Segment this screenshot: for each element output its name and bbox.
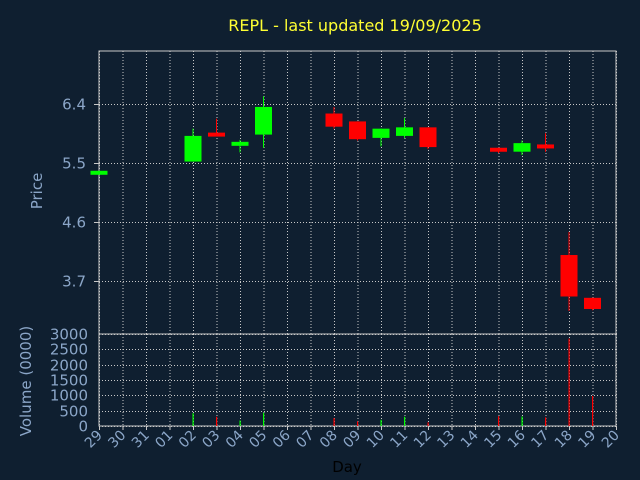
- x-tick-label: 07: [293, 428, 317, 452]
- x-tick-label: 15: [481, 428, 505, 452]
- x-tick-label: 11: [387, 428, 411, 452]
- volume-tick-label: 3000: [50, 326, 88, 344]
- candle-body: [584, 297, 601, 309]
- price-panel: 3.7 4.6 5.5 6.4: [62, 50, 617, 335]
- x-tick-label: 05: [246, 428, 270, 452]
- candlestick-chart: REPL - last updated 19/09/2025 3.7 4.6 5.5…: [17, 16, 623, 476]
- candle-body: [325, 113, 343, 127]
- volume-bar: [239, 420, 241, 426]
- x-tick-label: 13: [434, 428, 458, 452]
- candle-body: [560, 255, 578, 297]
- x-axis: 29 30 31 01 02 03 04 05 06 07 08 09 10 11 12 13 14 15 16 17…: [82, 426, 623, 451]
- x-tick-label: 09: [340, 428, 364, 452]
- x-tick-label: 18: [552, 428, 576, 452]
- volume-tick-label: 2000: [50, 357, 88, 375]
- x-tick-label: 04: [223, 427, 247, 451]
- price-tick-label: 4.6: [62, 214, 86, 232]
- volume-bar: [568, 338, 570, 426]
- x-axis-label: Day: [332, 458, 362, 476]
- volume-panel: 050010001500200025003000: [50, 326, 617, 436]
- price-tick-label: 3.7: [62, 273, 86, 291]
- volume-bar: [216, 416, 218, 426]
- volume-bar: [592, 395, 594, 426]
- x-tick-label: 16: [505, 427, 529, 451]
- x-tick-label: 08: [317, 428, 341, 452]
- x-tick-label: 01: [152, 428, 176, 452]
- price-axis-label: Price: [28, 173, 46, 210]
- candle-body: [537, 144, 554, 149]
- candle-body: [396, 127, 413, 136]
- candle-body: [90, 170, 108, 175]
- volume-bar: [333, 418, 335, 426]
- candle-body: [184, 135, 202, 162]
- candle-body: [419, 127, 437, 148]
- volume-bar: [263, 412, 265, 426]
- x-tick-label: 03: [199, 428, 223, 452]
- candle-body: [513, 143, 531, 152]
- x-tick-label: 12: [411, 428, 435, 452]
- volume-bar: [498, 416, 500, 426]
- x-tick-label: 14: [458, 427, 482, 451]
- x-tick-label: 30: [105, 428, 129, 452]
- x-tick-label: 06: [270, 427, 294, 451]
- volume-bar: [192, 413, 194, 426]
- x-tick-label: 31: [129, 428, 153, 452]
- candle-body: [490, 147, 507, 152]
- volume-axis-label: Volume (0000): [17, 326, 35, 436]
- x-tick-label: 19: [575, 428, 599, 452]
- x-tick-label: 10: [364, 428, 388, 452]
- volume-bar: [427, 422, 429, 426]
- candle-body: [372, 128, 390, 138]
- volume-bar: [380, 419, 382, 426]
- volume-bar: [545, 417, 547, 426]
- x-tick-label: 17: [528, 428, 552, 452]
- candle-body: [349, 121, 366, 140]
- candle-body: [231, 141, 249, 146]
- volume-bar: [521, 416, 523, 426]
- price-tick-label: 5.5: [62, 155, 86, 173]
- price-tick-label: 6.4: [62, 96, 86, 114]
- candle-body: [255, 106, 272, 135]
- x-tick-label: 20: [599, 428, 623, 452]
- volume-tick-label: 500: [59, 403, 88, 421]
- chart-title: REPL - last updated 19/09/2025: [228, 16, 482, 35]
- volume-bar: [357, 421, 359, 426]
- x-tick-label: 02: [176, 428, 200, 452]
- candle-body: [208, 132, 225, 137]
- volume-bar: [404, 416, 406, 426]
